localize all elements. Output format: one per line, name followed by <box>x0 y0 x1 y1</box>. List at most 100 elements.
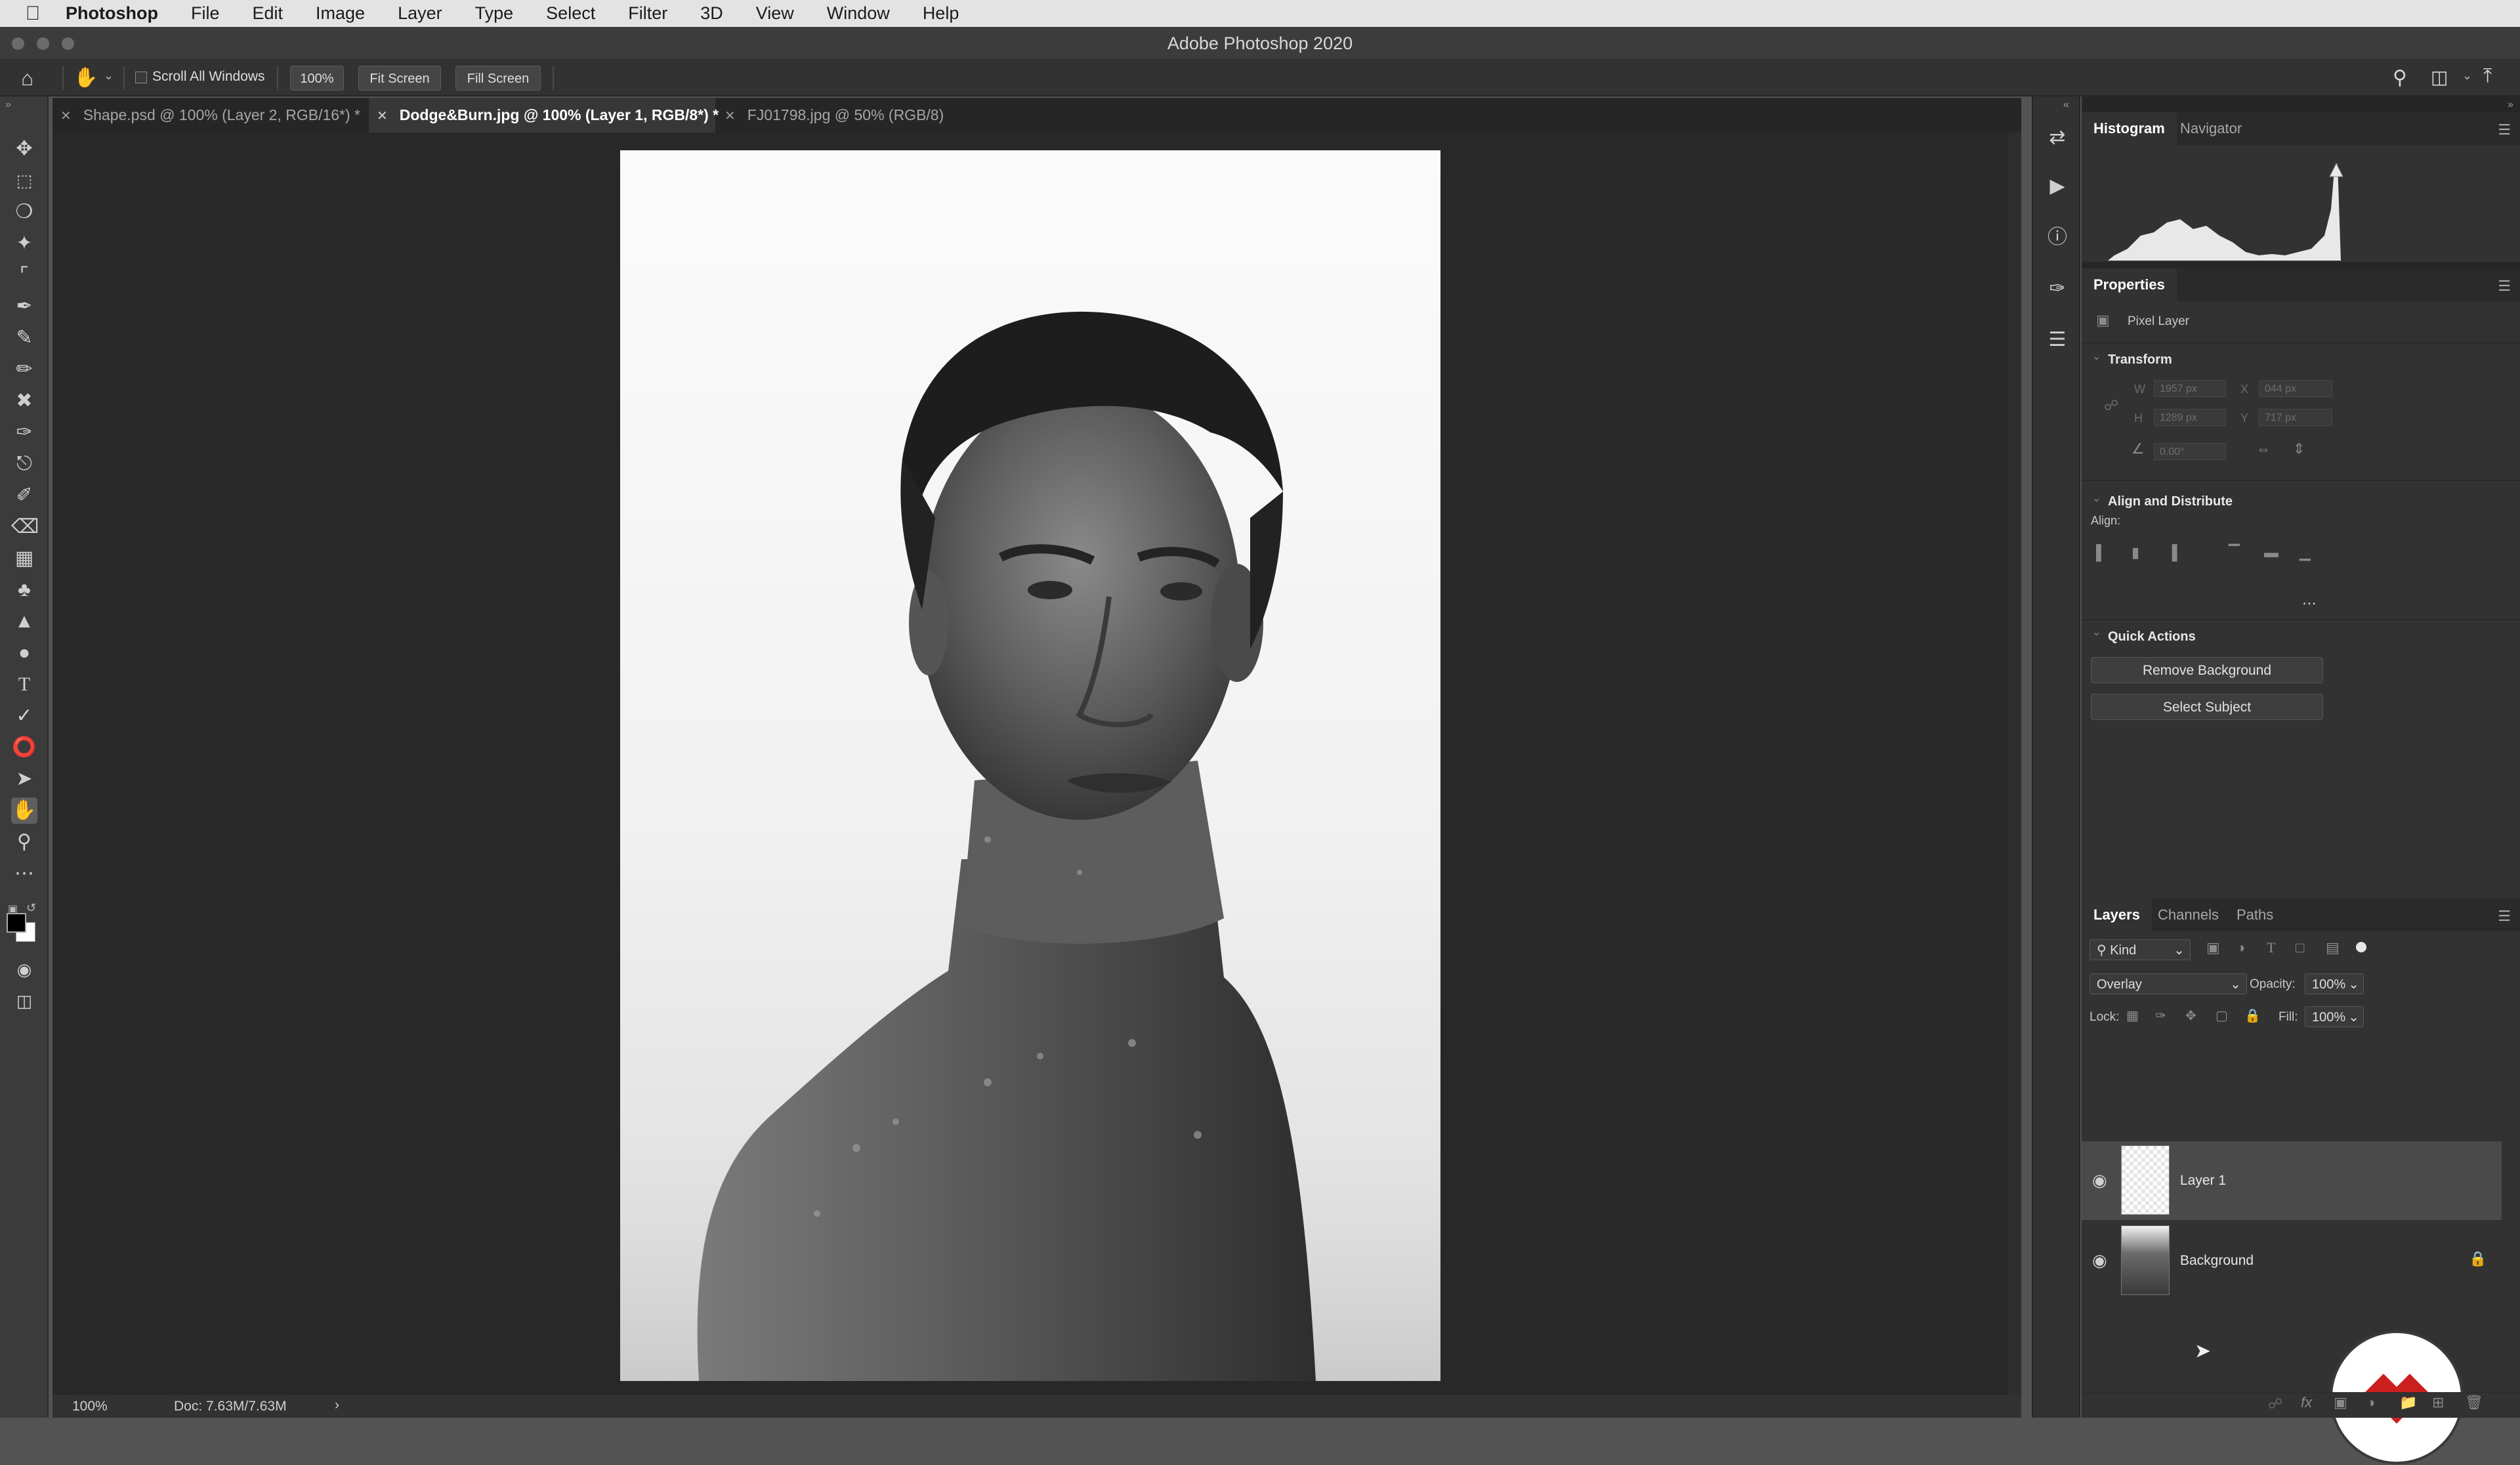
panel-menu-icon[interactable]: ☰ <box>2498 121 2511 138</box>
hand-tool-icon[interactable]: ✋ <box>11 797 37 824</box>
menu-app-name[interactable]: Photoshop <box>66 3 175 24</box>
lock-icon[interactable]: 🔒 <box>2469 1250 2487 1267</box>
swap-colors-icon[interactable]: ↺ <box>26 901 36 915</box>
crop-tool-icon[interactable]: ⌜ <box>11 262 37 288</box>
new-group-icon[interactable]: 📁 <box>2399 1394 2417 1411</box>
layer-row-layer-1[interactable]: ◉ Layer 1 <box>2082 1141 2502 1220</box>
collapse-panels-icon[interactable]: » <box>2508 99 2513 111</box>
flip-horizontal-icon[interactable]: ⇔ <box>2256 440 2271 457</box>
quick-mask-icon[interactable]: ◉ <box>11 956 37 983</box>
layer-row-background[interactable]: ◉ Background 🔒 <box>2082 1221 2502 1300</box>
chevron-down-icon[interactable]: ⌄ <box>2092 626 2101 639</box>
tab-shape-psd[interactable]: ✕ Shape.psd @ 100% (Layer 2, RGB/16*) * <box>52 98 368 133</box>
filter-smart-object-icon[interactable]: ▤ <box>2326 939 2340 956</box>
zoom-window-button[interactable] <box>62 37 74 50</box>
more-align-options[interactable]: ... <box>2302 589 2317 609</box>
type-tool-icon[interactable]: T <box>11 671 37 698</box>
flip-vertical-icon[interactable]: ⇕ <box>2293 440 2305 457</box>
panel-menu-icon[interactable]: ☰ <box>2498 908 2511 925</box>
close-window-button[interactable] <box>12 37 24 50</box>
marquee-tool-icon[interactable]: ⬚ <box>11 167 37 194</box>
search-icon[interactable]: ⚲ <box>2393 66 2407 89</box>
visibility-eye-icon[interactable]: ◉ <box>2092 1170 2107 1191</box>
menu-select[interactable]: Select <box>530 3 612 24</box>
menu-edit[interactable]: Edit <box>236 3 300 24</box>
brush-tool-icon[interactable]: ✑ <box>11 419 37 446</box>
menu-window[interactable]: Window <box>810 3 906 24</box>
layer-name[interactable]: Background <box>2180 1253 2254 1269</box>
hand-tool-preset-icon[interactable]: ✋ <box>74 66 98 89</box>
eyedropper-tool-icon[interactable]: ✒ <box>11 293 37 320</box>
chevron-down-icon[interactable]: ⌄ <box>104 69 114 83</box>
transform-section-title[interactable]: Transform <box>2108 352 2172 368</box>
fx-icon[interactable]: fx <box>2301 1394 2312 1411</box>
document-image[interactable] <box>620 150 1440 1381</box>
eraser-tool-icon[interactable]: ⌫ <box>11 514 39 540</box>
lasso-tool-icon[interactable]: ❍ <box>11 199 37 225</box>
align-right-edges-icon[interactable]: ▐ <box>2167 544 2177 561</box>
collapse-toolbar-icon[interactable]: » <box>5 99 11 111</box>
menu-layer[interactable]: Layer <box>381 3 459 24</box>
chevron-down-icon[interactable]: ⌄ <box>2092 350 2101 363</box>
adjustment-layer-icon[interactable]: ◑ <box>2366 1394 2375 1411</box>
status-menu-arrow[interactable]: › <box>335 1397 339 1413</box>
lock-all-icon[interactable]: 🔒 <box>2244 1008 2261 1024</box>
blur-tool-icon[interactable]: ♣ <box>11 577 37 603</box>
menu-image[interactable]: Image <box>299 3 381 24</box>
transform-angle-field[interactable]: 0.00° <box>2154 443 2226 460</box>
foreground-color-swatch[interactable] <box>7 913 26 933</box>
close-tab-icon[interactable]: ✕ <box>60 109 72 123</box>
status-zoom[interactable]: 100% <box>72 1399 108 1414</box>
align-left-edges-icon[interactable]: ▌ <box>2096 544 2107 561</box>
canvas-scrollbar[interactable] <box>2008 133 2021 1395</box>
transform-x-field[interactable]: 044 px <box>2259 380 2332 397</box>
menu-view[interactable]: View <box>740 3 810 24</box>
tab-dodge-burn[interactable]: ✕ Dodge&Burn.jpg @ 100% (Layer 1, RGB/8*)… <box>369 98 719 133</box>
menu-3d[interactable]: 3D <box>684 3 740 24</box>
path-selection-tool-icon[interactable]: ➤ <box>11 766 37 792</box>
fill-field[interactable]: 100% ⌄ <box>2305 1006 2364 1027</box>
zoom-100-button[interactable]: 100% <box>290 66 344 91</box>
lock-position-icon[interactable]: ✥ <box>2185 1008 2196 1024</box>
home-icon[interactable]: ⌂ <box>21 66 33 91</box>
tab-layers[interactable]: Layers <box>2082 899 2152 931</box>
actions-panel-icon[interactable]: ▶ <box>2041 170 2074 203</box>
close-tab-icon[interactable]: ✕ <box>724 109 736 123</box>
tab-navigator[interactable]: Navigator <box>2168 112 2254 145</box>
burn-tool-icon[interactable]: ● <box>11 640 37 666</box>
collapse-dock-icon[interactable]: « <box>2063 99 2069 111</box>
patch-tool-icon[interactable]: ✖ <box>11 388 37 414</box>
select-subject-button[interactable]: Select Subject <box>2091 694 2323 720</box>
blend-mode-dropdown[interactable]: Overlay ⌄ <box>2090 973 2247 994</box>
add-mask-icon[interactable]: ▣ <box>2334 1394 2347 1411</box>
spot-healing-tool-icon[interactable]: ✎ <box>11 325 37 351</box>
brush-settings-icon[interactable]: ✑ <box>2041 272 2074 305</box>
align-horizontal-centers-icon[interactable]: ▮ <box>2132 544 2139 561</box>
move-tool-icon[interactable]: ✥ <box>11 136 37 162</box>
transform-width-field[interactable]: 1957 px <box>2154 380 2226 397</box>
clone-stamp-tool-icon[interactable]: ⎋ <box>11 451 37 477</box>
tab-channels[interactable]: Channels <box>2146 899 2231 931</box>
tab-fj01798[interactable]: ✕ FJ01798.jpg @ 50% (RGB/8) <box>717 98 966 133</box>
menu-help[interactable]: Help <box>906 3 976 24</box>
menu-file[interactable]: File <box>175 3 236 24</box>
fill-screen-button[interactable]: Fill Screen <box>455 66 541 91</box>
healing-brush-tool-icon[interactable]: ✏ <box>11 356 37 383</box>
menu-filter[interactable]: Filter <box>612 3 684 24</box>
filter-shape-icon[interactable]: □ <box>2296 939 2304 956</box>
tab-paths[interactable]: Paths <box>2225 899 2285 931</box>
gradient-tool-icon[interactable]: ▦ <box>11 545 37 572</box>
quick-selection-tool-icon[interactable]: ✦ <box>11 230 37 257</box>
tab-properties[interactable]: Properties <box>2082 268 2177 301</box>
opacity-field[interactable]: 100% ⌄ <box>2305 973 2364 994</box>
align-section-title[interactable]: Align and Distribute <box>2108 494 2233 509</box>
zoom-tool-icon[interactable]: ⚲ <box>11 829 37 855</box>
new-layer-icon[interactable]: ⊞ <box>2432 1394 2444 1411</box>
quick-actions-section-title[interactable]: Quick Actions <box>2108 629 2196 645</box>
history-brush-tool-icon[interactable]: ✐ <box>11 482 37 509</box>
minimize-window-button[interactable] <box>37 37 49 50</box>
visibility-eye-icon[interactable]: ◉ <box>2092 1250 2107 1271</box>
link-layers-icon[interactable]: ☍ <box>2268 1395 2282 1412</box>
panel-menu-icon[interactable]: ☰ <box>2498 278 2511 295</box>
history-panel-icon[interactable]: ⇄ <box>2041 121 2074 154</box>
